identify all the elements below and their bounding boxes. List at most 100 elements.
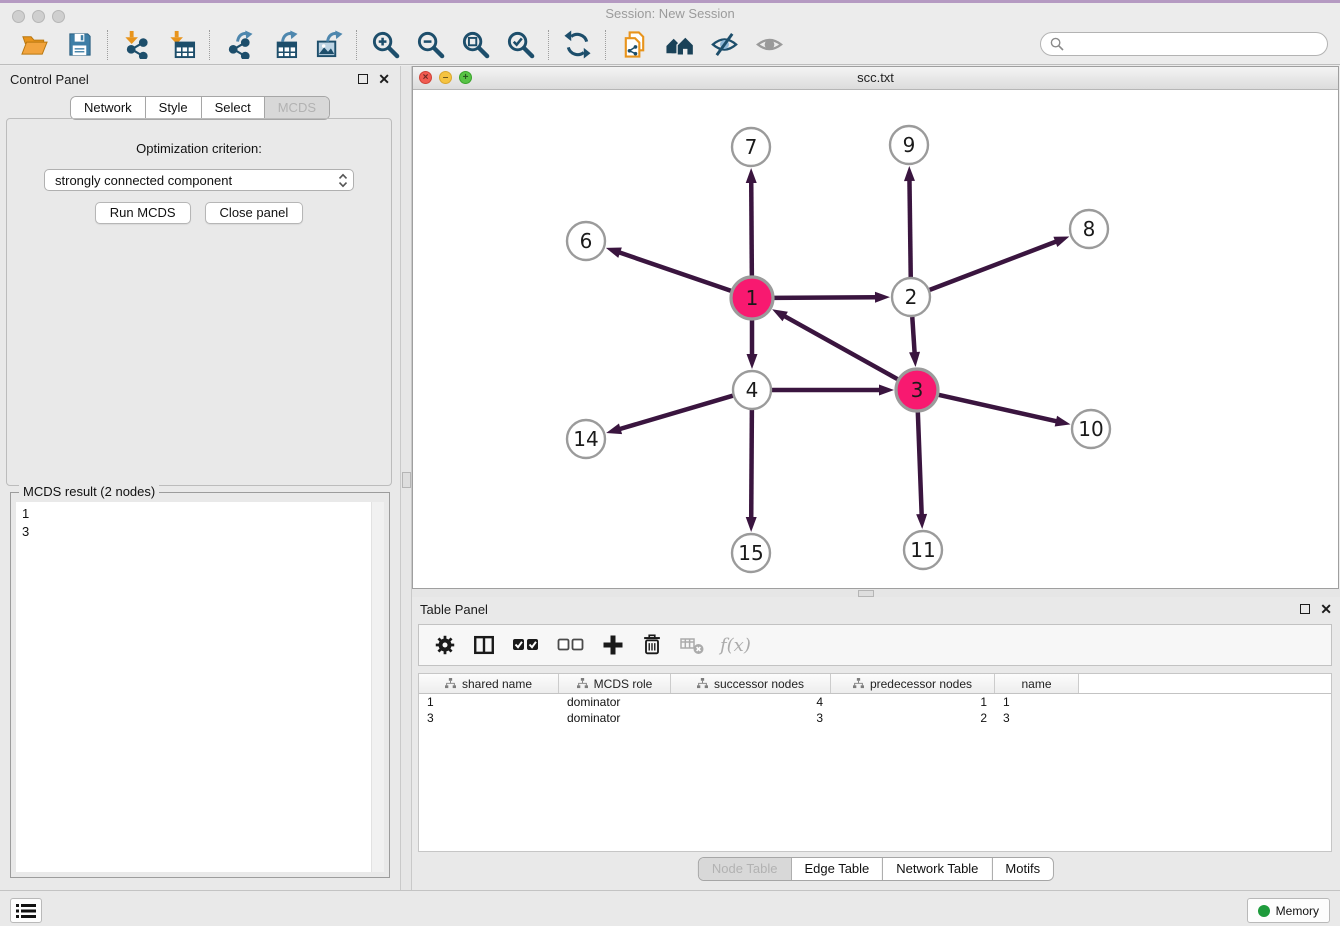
graph-node-3[interactable]: 3 — [896, 369, 938, 411]
table-cell[interactable]: 3 — [995, 711, 1079, 725]
zoom-window-icon[interactable] — [52, 10, 65, 23]
add-column-icon[interactable] — [601, 632, 625, 658]
refresh-icon[interactable] — [562, 30, 592, 60]
graph-edge-1-6[interactable] — [618, 252, 731, 291]
tab-select[interactable]: Select — [201, 97, 264, 119]
table-tab-motifs[interactable]: Motifs — [991, 858, 1053, 880]
zoom-fit-icon[interactable] — [460, 30, 490, 60]
settings-icon[interactable] — [433, 632, 457, 658]
graph-edge-2-3[interactable] — [912, 317, 914, 354]
graph-node-8[interactable]: 8 — [1070, 210, 1108, 248]
show-panel-icon[interactable] — [754, 30, 784, 60]
graph-edge-4-15[interactable] — [751, 410, 752, 519]
search-input[interactable] — [1070, 36, 1318, 53]
graph-node-9[interactable]: 9 — [890, 126, 928, 164]
table-cell[interactable]: dominator — [559, 711, 671, 725]
table-cell[interactable]: dominator — [559, 695, 671, 709]
memory-button[interactable]: Memory — [1247, 898, 1330, 923]
network-window-title: scc.txt — [413, 67, 1338, 88]
network-zoom-icon[interactable]: + — [459, 71, 472, 84]
table-cell[interactable]: 3 — [671, 711, 831, 725]
column-header-shared-name[interactable]: shared name — [419, 674, 559, 693]
column-header-name[interactable]: name — [995, 674, 1079, 693]
zoom-selected-icon[interactable] — [505, 30, 535, 60]
close-panel-icon[interactable]: ✕ — [378, 74, 390, 84]
graph-edge-1-2[interactable] — [774, 297, 877, 298]
main-toolbar — [0, 25, 1340, 65]
search-box[interactable] — [1040, 32, 1328, 56]
tab-style[interactable]: Style — [145, 97, 201, 119]
network-canvas[interactable]: 7 9 6 8 1 2 4 3 14 10 15 11 — [413, 90, 1338, 588]
table-tab-node-table[interactable]: Node Table — [699, 858, 791, 880]
save-session-icon[interactable] — [64, 30, 94, 60]
vertical-splitter[interactable] — [400, 66, 412, 890]
export-network-icon[interactable] — [223, 30, 253, 60]
graph-edge-3-10[interactable] — [938, 395, 1057, 422]
graph-node-4[interactable]: 4 — [733, 371, 771, 409]
close-table-panel-icon[interactable]: ✕ — [1320, 604, 1332, 614]
graph-edge-4-14[interactable] — [619, 396, 733, 430]
zoom-in-icon[interactable] — [370, 30, 400, 60]
minimize-window-icon[interactable] — [32, 10, 45, 23]
close-window-icon[interactable] — [12, 10, 25, 23]
tab-mcds[interactable]: MCDS — [264, 97, 329, 119]
graph-node-2[interactable]: 2 — [892, 278, 930, 316]
criterion-dropdown[interactable]: strongly connected component — [44, 169, 354, 191]
graph-edge-2-8[interactable] — [930, 241, 1058, 290]
table-panel: Table Panel ✕ f(x) shared name MC — [412, 597, 1340, 890]
import-table-icon[interactable] — [166, 30, 196, 60]
deselect-all-icon[interactable] — [556, 632, 586, 658]
graph-node-6[interactable]: 6 — [567, 222, 605, 260]
mcds-result-scrollbar[interactable] — [371, 502, 384, 872]
export-image-icon[interactable] — [313, 30, 343, 60]
split-view-icon[interactable] — [472, 632, 496, 658]
delete-column-icon[interactable] — [640, 632, 664, 658]
float-panel-icon[interactable] — [358, 74, 368, 84]
graph-edge-3-11[interactable] — [918, 412, 922, 516]
table-row[interactable]: 1dominator411 — [419, 694, 1331, 710]
graph-node-10[interactable]: 10 — [1072, 410, 1110, 448]
graph-node-7[interactable]: 7 — [732, 128, 770, 166]
graph-edge-arrowhead — [606, 424, 622, 435]
task-history-button[interactable] — [10, 898, 42, 923]
graph-edge-1-7[interactable] — [751, 181, 752, 276]
table-cell[interactable]: 1 — [419, 695, 559, 709]
export-table-icon[interactable] — [268, 30, 298, 60]
graph-edge-2-9[interactable] — [909, 179, 910, 277]
graph-node-15[interactable]: 15 — [732, 534, 770, 572]
graph-node-1[interactable]: 1 — [731, 277, 773, 319]
table-cell[interactable]: 2 — [831, 711, 995, 725]
select-all-icon[interactable] — [511, 632, 541, 658]
zoom-out-icon[interactable] — [415, 30, 445, 60]
graph-node-14[interactable]: 14 — [567, 420, 605, 458]
import-network-icon[interactable] — [121, 30, 151, 60]
table-cell[interactable]: 4 — [671, 695, 831, 709]
float-table-panel-icon[interactable] — [1300, 604, 1310, 614]
clone-network-icon[interactable] — [619, 30, 649, 60]
table-cell[interactable]: 3 — [419, 711, 559, 725]
table-row[interactable]: 3dominator323 — [419, 710, 1331, 726]
graph-node-11[interactable]: 11 — [904, 531, 942, 569]
search-icon — [1050, 37, 1064, 51]
horizontal-splitter[interactable] — [412, 589, 1340, 597]
graph-edge-arrowhead — [875, 292, 890, 303]
close-panel-button[interactable]: Close panel — [205, 202, 304, 224]
horizontal-splitter-handle[interactable] — [858, 590, 874, 597]
vertical-splitter-handle[interactable] — [402, 472, 411, 488]
home-icon[interactable] — [664, 30, 694, 60]
graph-edge-3-1[interactable] — [783, 316, 897, 380]
network-window-titlebar: × – + scc.txt — [413, 67, 1338, 90]
hide-panel-icon[interactable] — [709, 30, 739, 60]
run-mcds-button[interactable]: Run MCDS — [95, 202, 191, 224]
table-cell[interactable]: 1 — [831, 695, 995, 709]
column-header-successor-nodes[interactable]: successor nodes — [671, 674, 831, 693]
column-header-predecessor-nodes[interactable]: predecessor nodes — [831, 674, 995, 693]
network-minimize-icon[interactable]: – — [439, 71, 452, 84]
open-file-icon[interactable] — [19, 30, 49, 60]
table-tab-edge-table[interactable]: Edge Table — [790, 858, 882, 880]
network-close-icon[interactable]: × — [419, 71, 432, 84]
table-cell[interactable]: 1 — [995, 695, 1079, 709]
column-header-MCDS-role[interactable]: MCDS role — [559, 674, 671, 693]
tab-network[interactable]: Network — [71, 97, 145, 119]
table-tab-network-table[interactable]: Network Table — [882, 858, 991, 880]
